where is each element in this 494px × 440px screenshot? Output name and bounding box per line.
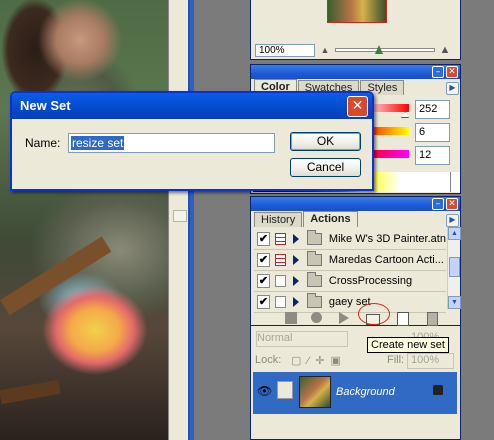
color-palette-titlebar[interactable]: – ✕ bbox=[251, 65, 460, 79]
layer-thumbnail bbox=[299, 376, 331, 408]
navigator-zoom-slider[interactable] bbox=[335, 48, 435, 52]
scroll-up-icon[interactable]: ▲ bbox=[448, 227, 461, 240]
action-set-label: gaey set bbox=[328, 296, 371, 308]
fill-label: Fill: bbox=[387, 354, 405, 366]
scroll-down-icon[interactable]: ▼ bbox=[448, 296, 461, 309]
actions-toolbar bbox=[251, 309, 460, 327]
lock-icon bbox=[433, 385, 443, 395]
dialog-toggle-icon[interactable] bbox=[274, 254, 287, 266]
expand-arrow-icon[interactable] bbox=[293, 276, 300, 286]
close-icon[interactable]: ✕ bbox=[446, 198, 458, 210]
name-label: Name: bbox=[25, 136, 61, 150]
red-slider-knob-icon[interactable] bbox=[401, 112, 409, 118]
tab-history[interactable]: History bbox=[254, 212, 303, 227]
folder-icon bbox=[307, 251, 322, 266]
actions-palette-titlebar[interactable]: – ✕ bbox=[251, 197, 460, 211]
expand-arrow-icon[interactable] bbox=[293, 255, 300, 265]
close-icon[interactable]: ✕ bbox=[347, 96, 368, 117]
folder-icon bbox=[307, 230, 322, 245]
lock-icons[interactable]: ▢⁄✛▣ bbox=[291, 354, 347, 367]
action-set-row[interactable]: ✔ Mike W's 3D Painter.atn bbox=[254, 229, 446, 250]
toggle-checkbox[interactable]: ✔ bbox=[257, 274, 270, 288]
palette-menu-icon[interactable]: ▶ bbox=[446, 82, 459, 95]
window-border bbox=[190, 0, 194, 440]
scroll-thumb[interactable] bbox=[449, 257, 460, 277]
create-new-set-tooltip: Create new set bbox=[367, 337, 449, 353]
canvas-scrollbar[interactable] bbox=[168, 0, 190, 440]
layer-name: Background bbox=[336, 386, 395, 398]
eye-icon[interactable]: 👁 bbox=[257, 384, 272, 398]
toggle-checkbox[interactable]: ✔ bbox=[257, 232, 270, 246]
set-name-input[interactable]: resize set bbox=[68, 133, 275, 153]
actions-tabs: History Actions bbox=[251, 211, 460, 227]
red-value[interactable]: 252 bbox=[415, 100, 450, 119]
toggle-checkbox[interactable]: ✔ bbox=[257, 253, 270, 267]
new-action-icon[interactable] bbox=[397, 312, 409, 326]
canvas-branch bbox=[0, 236, 112, 316]
folder-icon bbox=[307, 293, 322, 308]
actions-palette: – ✕ History Actions ▶ ✔ Mike W's 3D Pain… bbox=[250, 196, 461, 326]
zoom-out-icon[interactable]: ▲ bbox=[319, 44, 331, 56]
close-icon[interactable]: ✕ bbox=[446, 66, 458, 78]
minimize-icon[interactable]: – bbox=[432, 198, 444, 210]
highlight-circle bbox=[358, 303, 390, 325]
dialog-toggle-icon[interactable] bbox=[274, 233, 287, 245]
folder-icon bbox=[307, 272, 322, 287]
action-set-row[interactable]: ✔ Maredas Cartoon Acti... bbox=[254, 250, 446, 271]
dialog-toggle-icon[interactable] bbox=[274, 275, 287, 287]
minimize-icon[interactable]: – bbox=[432, 66, 444, 78]
set-name-value[interactable]: resize set bbox=[71, 136, 125, 150]
navigator-thumbnail[interactable] bbox=[327, 0, 387, 23]
document-canvas[interactable] bbox=[0, 0, 168, 440]
scrollbar-grip[interactable] bbox=[173, 210, 187, 222]
zoom-in-icon[interactable]: ▲ bbox=[439, 44, 451, 56]
dialog-titlebar[interactable]: New Set ✕ bbox=[12, 93, 372, 119]
palette-menu-icon[interactable]: ▶ bbox=[446, 214, 459, 227]
trash-icon[interactable] bbox=[427, 312, 438, 326]
toggle-checkbox[interactable]: ✔ bbox=[257, 295, 270, 309]
blue-value[interactable]: 12 bbox=[415, 146, 450, 165]
workspace-background bbox=[461, 0, 494, 440]
record-icon[interactable] bbox=[311, 312, 322, 323]
canvas-branch-lower bbox=[0, 379, 61, 405]
blend-mode-select[interactable]: Normal bbox=[256, 331, 348, 347]
new-set-dialog: New Set ✕ Name: resize set OK Cancel bbox=[10, 91, 374, 191]
stop-icon[interactable] bbox=[285, 312, 297, 324]
layer-row-background[interactable]: 👁 Background bbox=[253, 372, 457, 414]
fill-field[interactable]: 100% bbox=[407, 353, 454, 369]
action-set-row[interactable]: ✔ CrossProcessing bbox=[254, 271, 446, 292]
color-ramp-white[interactable] bbox=[450, 172, 460, 192]
expand-arrow-icon[interactable] bbox=[293, 297, 300, 307]
actions-scrollbar[interactable]: ▲ ▼ bbox=[447, 227, 461, 309]
dialog-title: New Set bbox=[20, 98, 71, 113]
action-set-label: CrossProcessing bbox=[328, 275, 413, 287]
navigator-zoom-field[interactable]: 100% bbox=[255, 44, 315, 57]
expand-arrow-icon[interactable] bbox=[293, 234, 300, 244]
cancel-button[interactable]: Cancel bbox=[290, 158, 361, 177]
navigator-palette: 100% ▲ ▲ bbox=[250, 0, 461, 60]
green-value[interactable]: 6 bbox=[415, 123, 450, 142]
dialog-toggle-icon[interactable] bbox=[274, 296, 287, 308]
brush-icon[interactable] bbox=[277, 381, 293, 399]
ok-button[interactable]: OK bbox=[290, 132, 361, 151]
play-icon[interactable] bbox=[339, 312, 349, 324]
action-set-label: Mike W's 3D Painter.atn bbox=[328, 233, 446, 245]
action-set-label: Maredas Cartoon Acti... bbox=[328, 254, 444, 266]
lock-label: Lock: bbox=[255, 354, 282, 366]
tab-actions[interactable]: Actions bbox=[303, 211, 358, 227]
